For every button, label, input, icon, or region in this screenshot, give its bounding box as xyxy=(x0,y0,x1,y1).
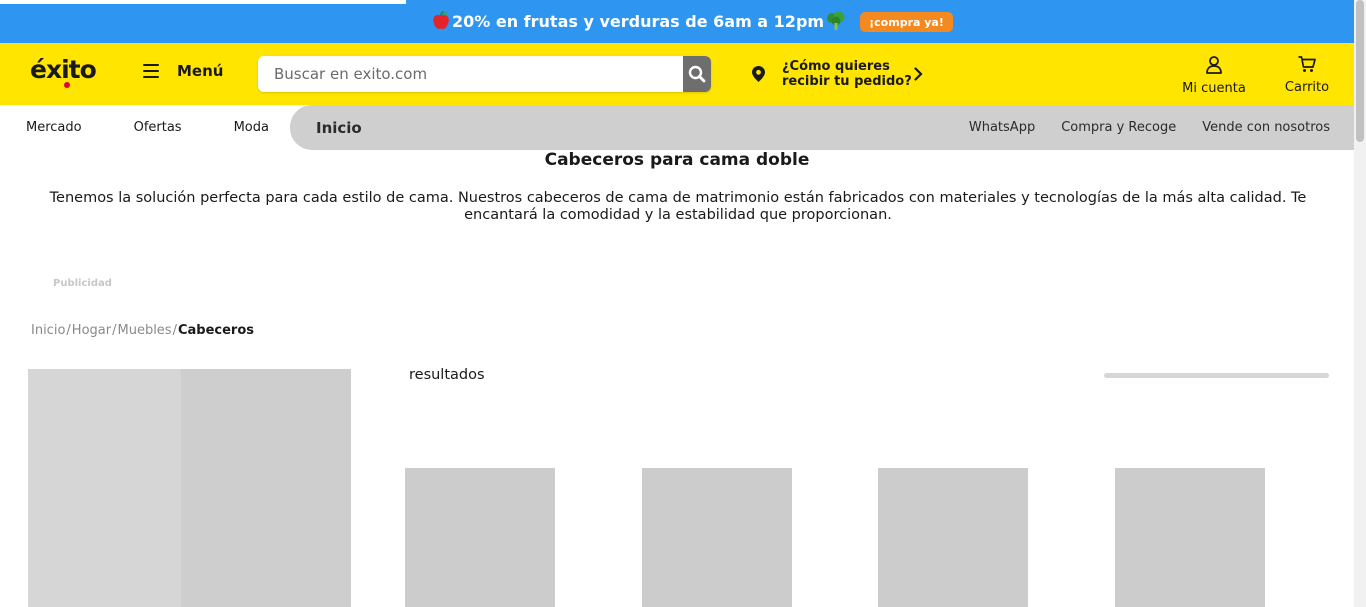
promo-cta-button[interactable]: ¡compra ya! xyxy=(860,12,953,32)
account-button[interactable]: Mi cuenta xyxy=(1174,56,1254,96)
nav-item-mercado[interactable]: Mercado xyxy=(26,120,82,135)
filter-sidebar-placeholder-shade xyxy=(181,369,351,607)
page-title: Cabeceros para cama doble xyxy=(544,150,810,170)
breadcrumb: Inicio/Hogar/Muebles/Cabeceros xyxy=(31,323,255,338)
cart-button[interactable]: Carrito xyxy=(1277,56,1337,95)
broccoli-icon xyxy=(827,11,845,30)
nav-item-ofertas[interactable]: Ofertas xyxy=(134,120,182,135)
logo-dot xyxy=(64,82,70,88)
main-header: éxito Menú ¿Cómo quieres recibir tu pedi… xyxy=(0,43,1354,105)
cart-icon xyxy=(1298,56,1316,72)
breadcrumb-muebles[interactable]: Muebles xyxy=(117,323,171,338)
product-card-placeholder xyxy=(878,468,1028,607)
promo-message[interactable]: 20% en frutas y verduras de 6am a 12pm xyxy=(432,10,846,32)
search-input[interactable] xyxy=(258,56,683,92)
exito-logo[interactable]: éxito xyxy=(30,55,97,84)
nav-item-moda[interactable]: Moda xyxy=(234,120,269,135)
breadcrumb-hogar[interactable]: Hogar xyxy=(72,323,111,338)
scrollbar-thumb[interactable] xyxy=(1356,0,1364,142)
page-description: Tenemos la solución perfecta para cada e… xyxy=(49,190,1307,223)
cart-label: Carrito xyxy=(1284,80,1330,95)
promo-text: 20% en frutas y verduras de 6am a 12pm xyxy=(452,11,825,31)
location-pin-icon xyxy=(752,66,765,82)
product-card-placeholder xyxy=(1115,468,1265,607)
delivery-line2: recibir tu pedido? xyxy=(782,74,912,89)
nav-item-inicio[interactable]: Inicio xyxy=(316,105,362,150)
menu-label: Menú xyxy=(177,62,224,80)
chevron-right-icon[interactable] xyxy=(914,67,923,81)
menu-button[interactable]: Menú xyxy=(143,62,223,80)
nav-left-group: Mercado Ofertas Moda xyxy=(26,105,321,150)
search-box xyxy=(258,56,711,92)
breadcrumb-cabeceros: Cabeceros xyxy=(177,323,255,338)
search-button[interactable] xyxy=(683,56,711,92)
hamburger-icon xyxy=(143,63,159,79)
account-label: Mi cuenta xyxy=(1182,81,1246,96)
delivery-line1: ¿Cómo quieres xyxy=(782,59,890,74)
delivery-selector[interactable]: ¿Cómo quieres recibir tu pedido? xyxy=(782,59,912,89)
sort-selector-placeholder xyxy=(1104,373,1329,378)
ad-label: Publicidad xyxy=(53,278,112,289)
nav-right-group: WhatsApp Compra y Recoge Vende con nosot… xyxy=(943,105,1330,150)
search-icon xyxy=(688,65,706,83)
nav-item-vende[interactable]: Vende con nosotros xyxy=(1202,120,1330,135)
promo-top-edge xyxy=(0,0,406,4)
category-nav: Mercado Ofertas Moda Inicio WhatsApp Com… xyxy=(0,105,1354,150)
breadcrumb-inicio[interactable]: Inicio xyxy=(31,323,65,338)
product-card-placeholder xyxy=(642,468,792,607)
apple-icon xyxy=(433,11,449,29)
nav-item-whatsapp[interactable]: WhatsApp xyxy=(969,120,1035,135)
results-label: resultados xyxy=(409,367,485,383)
product-card-placeholder xyxy=(405,468,555,607)
nav-item-compra-recoge[interactable]: Compra y Recoge xyxy=(1061,120,1176,135)
user-icon xyxy=(1206,56,1222,74)
